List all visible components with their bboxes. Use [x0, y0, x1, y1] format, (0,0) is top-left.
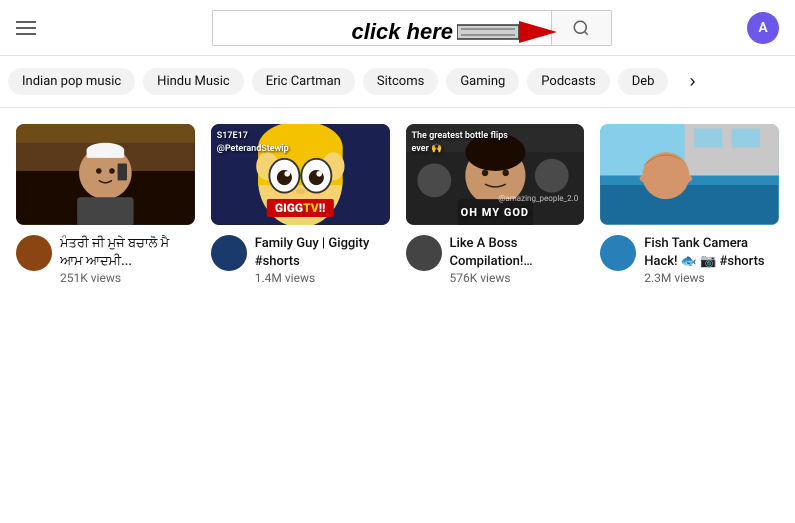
oh-my-god-text: OH MY GOD — [461, 206, 529, 219]
header-right: A — [747, 12, 779, 44]
thumb-svg-1 — [16, 124, 195, 225]
search-area: click here — [76, 10, 747, 46]
video-card-4[interactable]: Fish Tank Camera Hack! 🐟 📷 #shorts 2.3M … — [592, 124, 787, 301]
channel-avatar-4 — [600, 235, 636, 271]
thumbnail-1 — [16, 124, 195, 225]
video-info-2: Family Guy | Giggity #shorts 1.4M views — [211, 235, 390, 285]
search-input[interactable] — [213, 11, 551, 45]
thumb-svg-4 — [600, 124, 779, 225]
video-title-4: Fish Tank Camera Hack! 🐟 📷 #shorts — [644, 235, 779, 271]
video-stats-4: 2.3M views — [644, 271, 779, 285]
video-title-1: ਮੰਤਰੀ ਜੀ ਮੁਜੇ ਬਚਾਲੋ ਮੈ ਆਮ ਆਦਮੀ... — [60, 235, 195, 271]
search-bar — [212, 10, 612, 46]
channel-avatar-2 — [211, 235, 247, 271]
chip-indian-pop-music[interactable]: Indian pop music — [8, 68, 135, 95]
thumbnail-2: S17E17@PeterandStewip GIGGTV!! — [211, 124, 390, 225]
video-info-4: Fish Tank Camera Hack! 🐟 📷 #shorts 2.3M … — [600, 235, 779, 285]
video-card-2[interactable]: S17E17@PeterandStewip GIGGTV!! Family Gu… — [203, 124, 398, 301]
header-left — [16, 21, 76, 35]
chips-row: Indian pop music Hindu Music Eric Cartma… — [0, 56, 795, 108]
chips-next-button[interactable]: › — [676, 66, 708, 98]
header: click here A — [0, 0, 795, 56]
video-card-1[interactable]: ਮੰਤਰੀ ਜੀ ਮੁਜੇ ਬਚਾਲੋ ਮੈ ਆਮ ਆਦਮੀ... 251K v… — [8, 124, 203, 301]
video-info-3: Like A Boss Compilation! Amazing... 576K… — [406, 235, 585, 285]
gigg-logo: GIGGTV!! — [267, 199, 333, 217]
video-stats-1: 251K views — [60, 271, 195, 285]
video-title-2: Family Guy | Giggity #shorts — [255, 235, 390, 271]
video-meta-4: Fish Tank Camera Hack! 🐟 📷 #shorts 2.3M … — [644, 235, 779, 285]
chip-hindu-music[interactable]: Hindu Music — [143, 68, 244, 95]
channel-avatar-1 — [16, 235, 52, 271]
chip-gaming[interactable]: Gaming — [446, 68, 519, 95]
video-stats-3: 576K views — [450, 271, 585, 285]
videos-grid: ਮੰਤਰੀ ਜੀ ਮੁਜੇ ਬਚਾਲੋ ਮੈ ਆਮ ਆਦਮੀ... 251K v… — [0, 108, 795, 301]
video-title-3: Like A Boss Compilation! Amazing... — [450, 235, 585, 271]
avatar[interactable]: A — [747, 12, 779, 44]
chip-deb[interactable]: Deb — [618, 68, 669, 95]
search-button[interactable] — [551, 10, 611, 46]
chip-podcasts[interactable]: Podcasts — [527, 68, 609, 95]
video-meta-3: Like A Boss Compilation! Amazing... 576K… — [450, 235, 585, 285]
thumb-top-text-3: The greatest bottle flipsever 🙌 — [412, 130, 508, 155]
chip-sitcoms[interactable]: Sitcoms — [363, 68, 438, 95]
chip-eric-cartman[interactable]: Eric Cartman — [252, 68, 355, 95]
video-meta-2: Family Guy | Giggity #shorts 1.4M views — [255, 235, 390, 285]
thumb-watermark-3: @amazing_people_2.0 — [498, 194, 578, 203]
video-stats-2: 1.4M views — [255, 271, 390, 285]
video-info-1: ਮੰਤਰੀ ਜੀ ਮੁਜੇ ਬਚਾਲੋ ਮੈ ਆਮ ਆਦਮੀ... 251K v… — [16, 235, 195, 285]
video-card-3[interactable]: The greatest bottle flipsever 🙌 @amazing… — [398, 124, 593, 301]
video-meta-1: ਮੰਤਰੀ ਜੀ ਮੁਜੇ ਬਚਾਲੋ ਮੈ ਆਮ ਆਦਮੀ... 251K v… — [60, 235, 195, 285]
thumbnail-4 — [600, 124, 779, 225]
thumb-overlay-1: S17E17@PeterandStewip — [217, 130, 289, 155]
search-icon — [572, 19, 590, 37]
hamburger-menu-icon[interactable] — [16, 21, 36, 35]
thumbnail-3: The greatest bottle flipsever 🙌 @amazing… — [406, 124, 585, 225]
channel-avatar-3 — [406, 235, 442, 271]
